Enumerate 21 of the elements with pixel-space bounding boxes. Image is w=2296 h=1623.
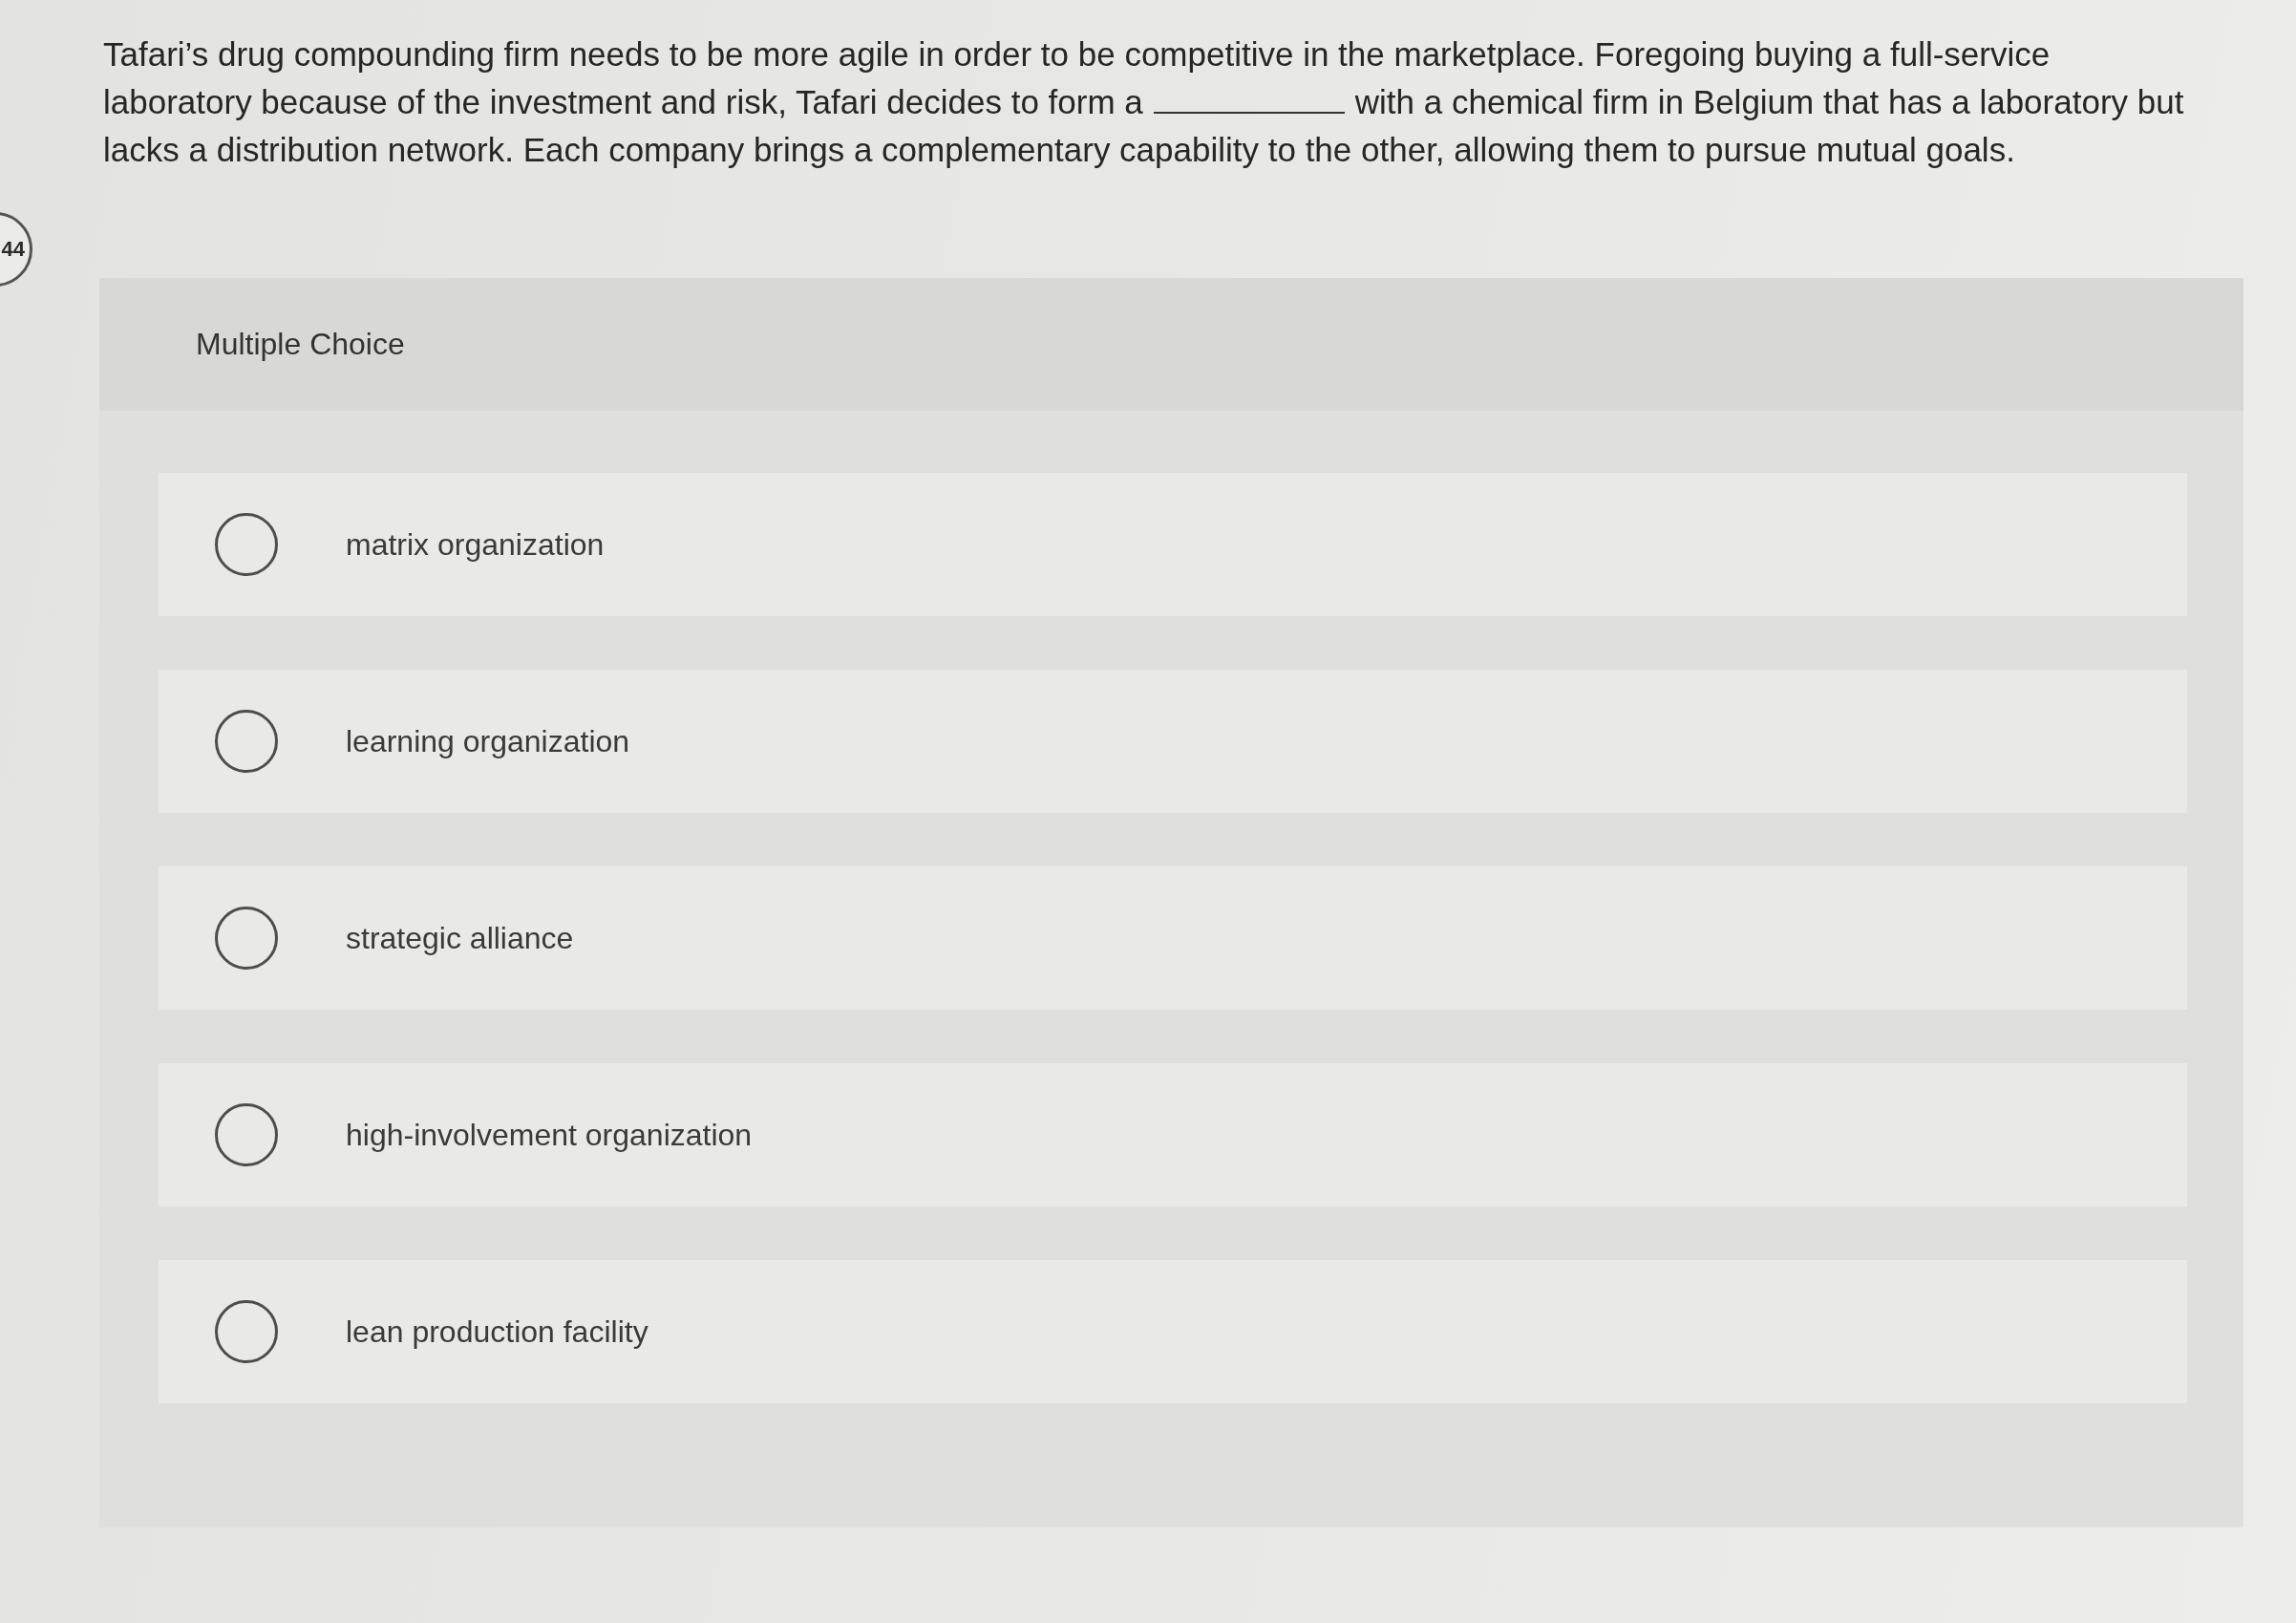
section-title: Multiple Choice — [196, 327, 405, 362]
answer-option[interactable]: matrix organization — [159, 473, 2187, 616]
answer-option[interactable]: learning organization — [159, 670, 2187, 813]
radio-button[interactable] — [215, 907, 278, 970]
answer-option[interactable]: high-involvement organization — [159, 1063, 2187, 1207]
option-label: matrix organization — [346, 526, 605, 563]
radio-button[interactable] — [215, 513, 278, 576]
option-label: lean production facility — [346, 1313, 648, 1350]
radio-button[interactable] — [215, 1103, 278, 1166]
question-text: Tafari’s drug compounding firm needs to be more agile in order to be competitive in the marketplace. Foregoing buying a full-service — [103, 34, 2051, 75]
answer-option[interactable]: lean production facility — [159, 1260, 2187, 1403]
question-text: lacks a distribution network. Each company brings a complementary capability to the other, allowing them to pursue mutual goals. — [103, 130, 2015, 170]
radio-button[interactable] — [215, 710, 278, 773]
option-label: high-involvement organization — [346, 1117, 753, 1153]
question-text: laboratory because of the investment and risk, Tafari decides to form a — [103, 82, 1143, 122]
question-number: 44 — [0, 212, 32, 287]
radio-button[interactable] — [215, 1300, 278, 1363]
answer-option[interactable]: strategic alliance — [159, 866, 2187, 1010]
option-label: strategic alliance — [346, 920, 574, 956]
question-text: with a chemical firm in Belgium that has a laboratory but — [1354, 82, 2184, 122]
option-label: learning organization — [346, 723, 630, 759]
